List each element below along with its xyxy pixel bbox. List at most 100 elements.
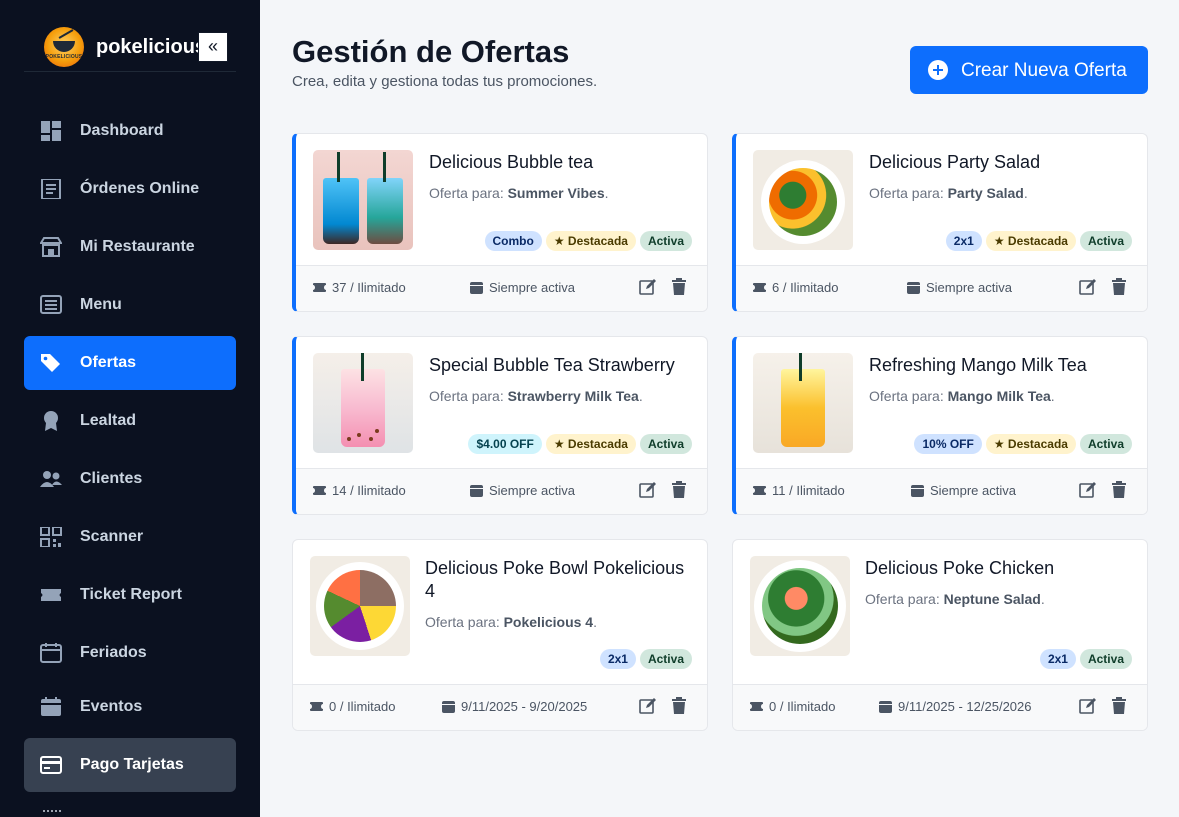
offer-target: Oferta para: Summer Vibes. [429, 185, 609, 201]
sidebar-item-label: Pago Tarjetas [80, 756, 184, 773]
trash-icon[interactable] [670, 278, 688, 296]
featured-badge: ★ Destacada [545, 434, 636, 454]
offer-badges: 2x1 ★ Destacada Activa [945, 231, 1132, 251]
sidebar-item-ofertas[interactable]: Ofertas [24, 336, 236, 390]
credit-card-icon [40, 756, 62, 774]
validity-dates: Siempre activa [907, 280, 1012, 295]
sidebar-item-ticket-report[interactable]: Ticket Report [24, 568, 236, 622]
offer-card-footer: 14 / Ilimitado Siempre activa [296, 468, 707, 514]
edit-icon[interactable] [1079, 278, 1097, 296]
trash-icon[interactable] [1110, 278, 1128, 296]
calendar-icon [911, 484, 924, 497]
dashboard-icon [41, 121, 61, 141]
calendar-icon [907, 281, 920, 294]
trash-icon[interactable] [670, 481, 688, 499]
sidebar-item-ordenes-online[interactable]: Órdenes Online [24, 162, 236, 216]
usage-count: 0 / Ilimitado [308, 699, 395, 714]
brand-logo[interactable]: POKELICIOUS [44, 27, 84, 67]
sidebar-item-label: Feriados [80, 644, 147, 661]
sidebar-item-pago-tarjetas[interactable]: Pago Tarjetas [24, 738, 236, 792]
sidebar-item-label: Menu [80, 296, 122, 313]
featured-badge: ★ Destacada [545, 231, 636, 251]
status-badge: Activa [639, 434, 692, 454]
usage-count: 11 / Ilimitado [751, 483, 845, 498]
discount-badge: $4.00 OFF [468, 434, 542, 454]
offer-image [310, 556, 410, 656]
validity-dates: Siempre activa [911, 483, 1016, 498]
offer-badges: $4.00 OFF ★ Destacada Activa [468, 434, 692, 454]
sidebar-item-lealtad[interactable]: Lealtad [24, 394, 236, 448]
status-badge: Activa [1079, 649, 1132, 669]
edit-icon[interactable] [639, 481, 657, 499]
qr-icon [40, 527, 62, 547]
sidebar-item-label: Dashboard [80, 122, 164, 139]
discount-badge: 10% OFF [914, 434, 982, 454]
validity-dates: Siempre activa [470, 483, 575, 498]
status-badge: Activa [1079, 231, 1132, 251]
offer-card-footer: 0 / Ilimitado 9/11/2025 - 9/20/2025 [293, 684, 707, 730]
users-icon [40, 471, 62, 487]
calendar-icon [470, 281, 483, 294]
collapse-sidebar-button[interactable]: « [198, 32, 228, 62]
ticket-icon [311, 486, 328, 495]
calendar-icon [879, 700, 892, 713]
type-badge: Combo [484, 231, 542, 251]
offer-title: Delicious Poke Chicken [865, 558, 1055, 578]
sidebar-item-dashboard[interactable]: Dashboard [24, 104, 236, 158]
sidebar-item-clientes[interactable]: Clientes [24, 452, 236, 506]
sidebar-item-label: Ofertas [80, 354, 137, 371]
ticket-icon [748, 702, 765, 711]
sidebar-item-eventos[interactable]: Eventos [24, 680, 236, 734]
sidebar-item-label: Scanner [80, 528, 144, 545]
sidebar-item-label: Clientes [80, 470, 143, 487]
ticket-icon [308, 702, 325, 711]
offer-title: Delicious Party Salad [869, 152, 1041, 172]
menu-list-icon [40, 295, 62, 314]
offer-card-footer: 6 / Ilimitado Siempre activa [736, 265, 1147, 311]
offer-card: Special Bubble Tea Strawberry Oferta par… [292, 336, 708, 515]
create-offer-button[interactable]: Crear Nueva Oferta [910, 46, 1148, 94]
offer-title: Refreshing Mango Milk Tea [869, 355, 1087, 375]
receipt-icon [41, 179, 61, 199]
trash-icon[interactable] [1110, 697, 1128, 715]
offer-card: Delicious Poke Chicken Oferta para: Nept… [732, 539, 1148, 731]
offer-card: Delicious Bubble tea Oferta para: Summer… [292, 133, 708, 312]
status-badge: Activa [639, 231, 692, 251]
offer-card: Delicious Poke Bowl Pokelicious 4 Oferta… [292, 539, 708, 731]
usage-count: 0 / Ilimitado [748, 699, 835, 714]
page-title: Gestión de Ofertas [292, 34, 570, 69]
edit-icon[interactable] [639, 697, 657, 715]
calendar-event-icon [41, 697, 61, 716]
sidebar-item-scanner[interactable]: Scanner [24, 510, 236, 564]
plus-circle-icon [928, 60, 948, 80]
offer-title: Special Bubble Tea Strawberry [429, 355, 675, 375]
offer-image [750, 556, 850, 656]
offer-card: Refreshing Mango Milk Tea Oferta para: M… [732, 336, 1148, 515]
sidebar-item-menu[interactable]: Menu [24, 278, 236, 332]
ticket-icon [751, 283, 768, 292]
edit-icon[interactable] [1079, 481, 1097, 499]
offer-badges: 2x1 Activa [1039, 649, 1132, 669]
status-badge: Activa [639, 649, 692, 669]
offer-badges: 2x1 Activa [599, 649, 692, 669]
type-badge: 2x1 [1039, 649, 1076, 669]
featured-badge: ★ Destacada [985, 434, 1076, 454]
sidebar-item-label: Ticket Report [80, 586, 182, 603]
status-badge: Activa [1079, 434, 1132, 454]
offer-card: Delicious Party Salad Oferta para: Party… [732, 133, 1148, 312]
trash-icon[interactable] [1110, 481, 1128, 499]
usage-count: 14 / Ilimitado [311, 483, 406, 498]
trash-icon[interactable] [670, 697, 688, 715]
offer-image [753, 353, 853, 453]
create-offer-label: Crear Nueva Oferta [961, 60, 1127, 81]
sidebar-item-mi-restaurante[interactable]: Mi Restaurante [24, 220, 236, 274]
validity-dates: 9/11/2025 - 12/25/2026 [879, 699, 1032, 714]
sidebar-item-feriados[interactable]: Feriados [24, 626, 236, 680]
edit-icon[interactable] [639, 278, 657, 296]
ticket-icon [311, 283, 328, 292]
usage-count: 37 / Ilimitado [311, 280, 406, 295]
sidebar-item-label: Órdenes Online [80, 180, 200, 197]
validity-dates: 9/11/2025 - 9/20/2025 [442, 699, 587, 714]
edit-icon[interactable] [1079, 697, 1097, 715]
sidebar-item-label: Eventos [80, 698, 143, 715]
